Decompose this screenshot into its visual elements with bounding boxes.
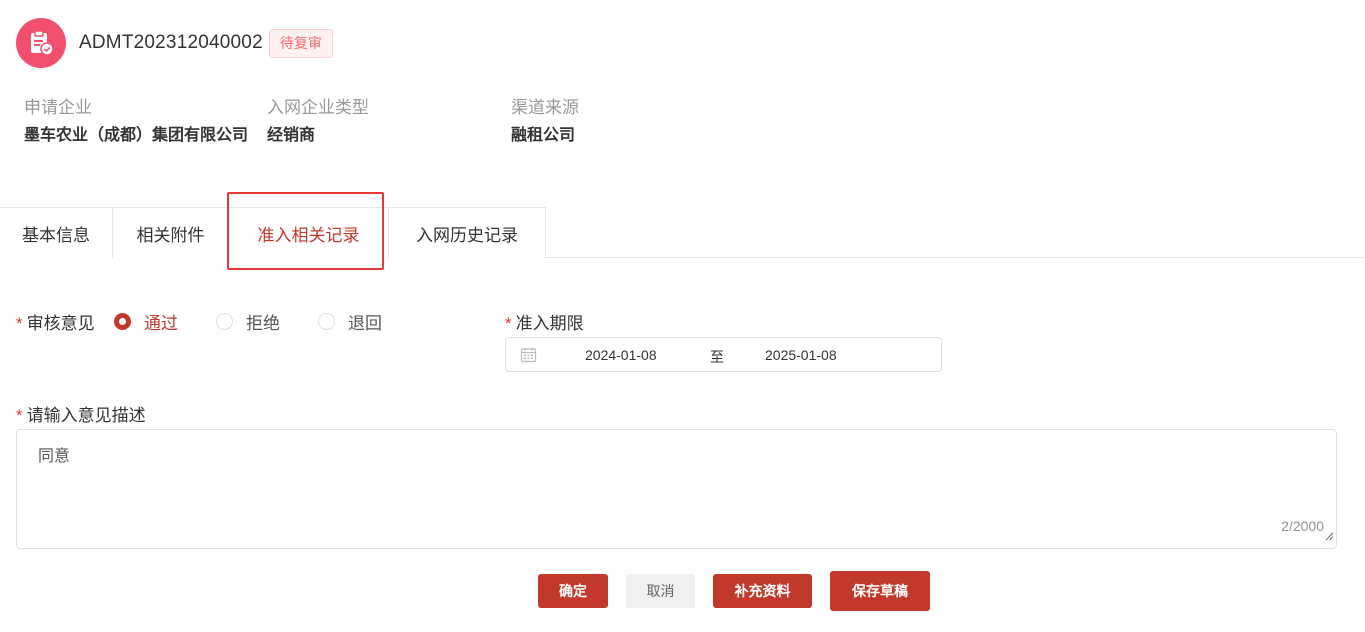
cancel-button[interactable]: 取消 [626,574,695,608]
calendar-icon [520,346,537,366]
info-label: 渠道来源 [511,98,579,117]
info-channel: 渠道来源 融租公司 [511,96,751,150]
info-value: 墨车农业（成都）集团有限公司 [24,127,249,144]
tab-basic-info[interactable]: 基本信息 [0,207,113,258]
order-id: ADMT202312040002 [79,32,263,53]
description-textarea[interactable]: 同意 2/2000 [16,429,1337,549]
period-label-text: 准入期限 [515,314,584,333]
info-label: 申请企业 [24,98,92,117]
tab-highlight-box [227,192,384,270]
required-mark: * [16,314,23,333]
radio-circle[interactable] [318,313,335,330]
status-badge: 待复审 [268,28,333,58]
review-label-text: 审核意见 [26,314,95,333]
required-mark: * [16,406,23,425]
supplement-button[interactable]: 补充资料 [713,574,812,608]
confirm-button[interactable]: 确定 [538,574,608,608]
required-mark: * [505,314,512,333]
info-label: 入网企业类型 [267,98,369,117]
info-applicant: 申请企业 墨车农业（成都）集团有限公司 [24,96,264,150]
save-draft-button[interactable]: 保存草稿 [830,571,930,611]
tab-network-history[interactable]: 入网历史记录 [389,207,546,258]
tab-attachments[interactable]: 相关附件 [113,207,229,258]
info-value: 融租公司 [511,127,576,144]
radio-return[interactable]: 退回 [318,309,382,334]
date-end-input[interactable]: 2025-01-08 [765,347,837,363]
radio-reject[interactable]: 拒绝 [216,309,280,334]
resize-handle-icon[interactable] [1325,528,1334,546]
radio-label: 拒绝 [246,314,280,333]
description-label-text: 请输入意见描述 [26,406,146,425]
radio-label: 退回 [348,314,382,333]
info-company-type: 入网企业类型 经销商 [267,96,507,150]
radio-label: 通过 [144,314,178,333]
date-separator: 至 [710,349,724,365]
radio-approve[interactable]: 通过 [114,309,178,334]
radio-circle[interactable] [114,313,131,330]
description-text[interactable]: 同意 [38,442,70,466]
date-range-picker[interactable]: 2024-01-08 至 2025-01-08 [505,337,942,372]
date-start-input[interactable]: 2024-01-08 [585,347,657,363]
page-header: ADMT202312040002 待复审 [16,18,333,68]
clipboard-check-icon [16,18,66,68]
word-count: 2/2000 [1281,518,1324,534]
review-label: * 审核意见 [16,309,95,334]
description-label: * 请输入意见描述 [16,401,146,426]
period-label: * 准入期限 [505,309,584,334]
radio-circle[interactable] [216,313,233,330]
info-value: 经销商 [267,127,316,144]
